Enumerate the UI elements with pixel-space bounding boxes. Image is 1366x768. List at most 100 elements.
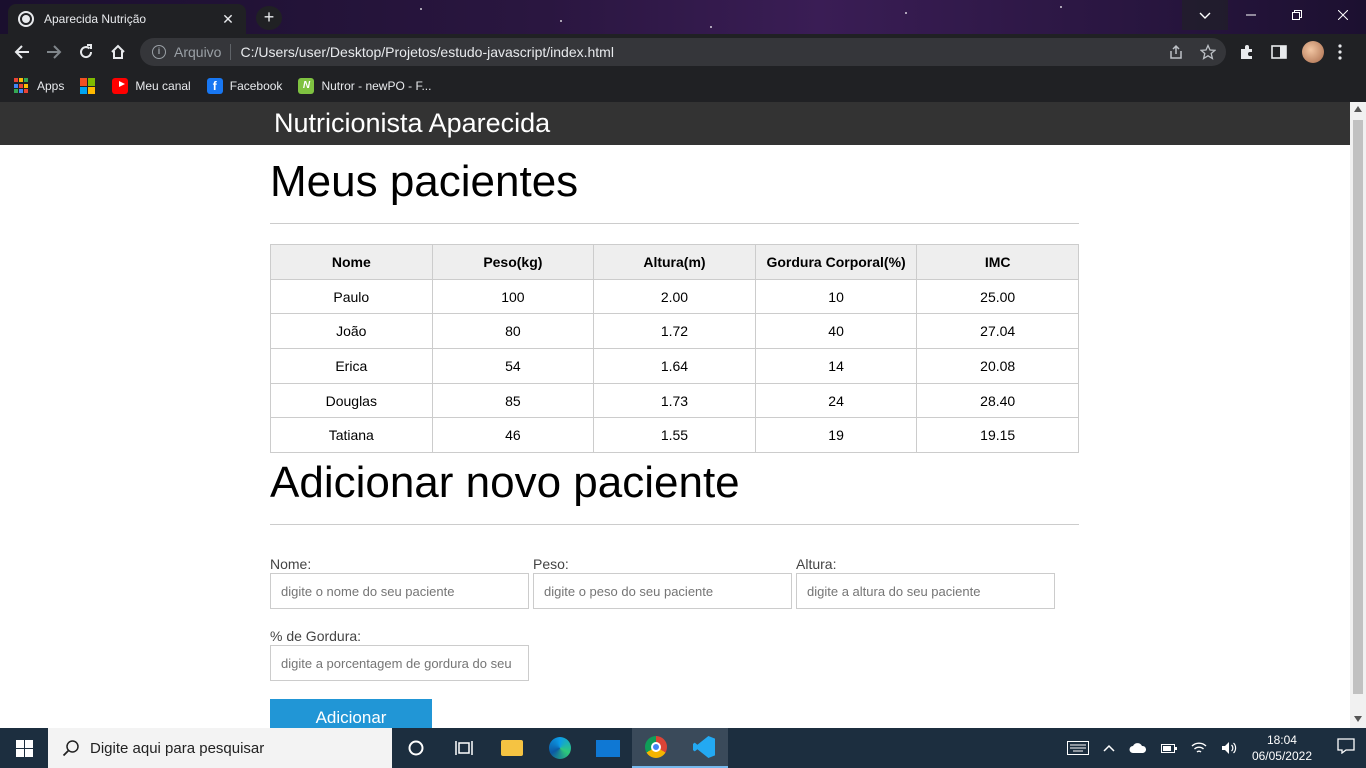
scrollbar-thumb[interactable] [1353,120,1363,694]
column-header-altura: Altura(m) [593,244,756,280]
bookmark-nutror[interactable]: N Nutror - newPO - F... [298,78,431,94]
wifi-icon[interactable] [1191,741,1207,755]
menu-button[interactable] [1338,34,1342,70]
task-view-button[interactable] [440,728,488,768]
cell-peso: 85 [431,382,595,419]
home-button[interactable] [102,36,134,68]
chrome-button[interactable] [632,728,680,768]
background-star [710,26,712,28]
vscode-button[interactable] [680,728,728,768]
cell-gordura: 40 [754,313,918,350]
address-url[interactable]: C:/Users/user/Desktop/Projetos/estudo-ja… [240,44,613,60]
column-header-peso: Peso(kg) [431,244,595,280]
tab-close-button[interactable]: ✕ [220,11,236,28]
task-view-icon [455,741,473,755]
reload-button[interactable] [70,36,102,68]
restore-button[interactable] [1274,0,1320,30]
forward-button[interactable] [38,36,70,68]
cell-imc: 19.15 [916,417,1079,454]
background-star [420,8,422,10]
cell-nome: Paulo [270,278,433,315]
cell-imc: 27.04 [916,313,1079,350]
gordura-input[interactable] [270,645,529,681]
nome-input[interactable] [270,573,529,609]
restore-icon [1292,10,1302,20]
column-header-gordura: Gordura Corporal(%) [754,244,918,280]
page-scrollbar[interactable] [1350,102,1366,728]
cell-altura: 1.73 [593,382,756,419]
bookmark-facebook[interactable]: f Facebook [206,78,283,94]
site-header: Nutricionista Aparecida [0,102,1350,145]
edge-button[interactable] [536,728,584,768]
address-bar[interactable]: i Arquivo C:/Users/user/Desktop/Projetos… [140,38,1226,66]
cell-imc: 28.40 [916,382,1079,419]
page-viewport: Nutricionista Aparecida Meus pacientes N… [0,102,1350,728]
browser-tab[interactable]: Aparecida Nutrição ✕ [8,4,246,34]
back-button[interactable] [6,36,38,68]
bookmark-label: Facebook [229,79,283,93]
bookmark-apps[interactable]: Apps [14,78,64,94]
address-protocol: Arquivo [174,44,222,60]
new-tab-button[interactable]: + [256,6,282,30]
notification-icon [1337,737,1355,754]
clock-time: 18:04 [1266,733,1297,747]
gordura-label: % de Gordura: [270,628,362,644]
youtube-icon [112,78,129,94]
onedrive-icon[interactable] [1129,742,1147,754]
cell-gordura: 10 [754,278,918,315]
more-vert-icon [1338,44,1342,60]
taskbar-search[interactable]: Digite aqui para pesquisar [48,728,392,768]
windows-taskbar: Digite aqui para pesquisar 18:04 06/05/2… [0,728,1366,768]
reload-icon [80,44,93,59]
add-patient-button[interactable]: Adicionar [270,699,432,728]
column-header-imc: IMC [916,244,1079,280]
cell-peso: 46 [431,417,595,454]
cortana-button[interactable] [392,728,440,768]
profile-button[interactable] [1302,34,1324,70]
share-icon[interactable] [1168,44,1184,60]
cell-peso: 80 [431,313,595,350]
divider [270,223,1079,224]
globe-icon [18,11,34,27]
minimize-button[interactable] [1228,0,1274,30]
mail-button[interactable] [584,728,632,768]
mail-icon [596,739,620,757]
table-row: Tatiana 46 1.55 19 19.15 [270,417,1079,454]
cell-gordura: 24 [754,382,918,419]
battery-icon[interactable] [1160,742,1177,754]
clock[interactable]: 18:04 06/05/2022 [1252,732,1312,764]
scroll-up-icon[interactable] [1354,106,1362,112]
table-row: Erica 54 1.64 14 20.08 [270,348,1079,384]
notifications-button[interactable] [1326,737,1366,759]
chevron-up-icon[interactable] [1103,744,1115,752]
search-icon [62,740,79,757]
start-button[interactable] [0,728,48,768]
cell-nome: Tatiana [270,417,433,454]
cell-altura: 1.55 [593,417,756,454]
bookmark-label: Apps [37,79,65,93]
bookmark-star-icon[interactable] [1200,44,1216,60]
peso-input[interactable] [533,573,792,609]
taskbar-search-placeholder: Digite aqui para pesquisar [90,739,265,757]
file-explorer-button[interactable] [488,728,536,768]
microsoft-icon[interactable] [80,78,96,94]
tab-search-button[interactable] [1182,0,1228,30]
close-window-button[interactable] [1320,0,1366,30]
altura-input[interactable] [796,573,1055,609]
cell-imc: 25.00 [916,278,1079,315]
chrome-icon [645,736,667,758]
cell-gordura: 14 [754,348,918,384]
cell-altura: 1.72 [593,313,756,350]
chevron-down-icon [1199,12,1211,19]
bookmark-meu-canal[interactable]: Meu canal [112,78,191,94]
info-icon[interactable]: i [152,45,166,59]
keyboard-icon[interactable] [1066,741,1089,755]
extensions-button[interactable] [1238,34,1256,70]
volume-icon[interactable] [1221,741,1237,755]
arrow-left-icon [14,45,29,59]
clock-date: 06/05/2022 [1251,749,1312,763]
side-panel-button[interactable] [1271,34,1287,70]
scroll-down-icon[interactable] [1354,716,1362,722]
avatar [1302,41,1324,63]
nome-label: Nome: [270,556,312,572]
